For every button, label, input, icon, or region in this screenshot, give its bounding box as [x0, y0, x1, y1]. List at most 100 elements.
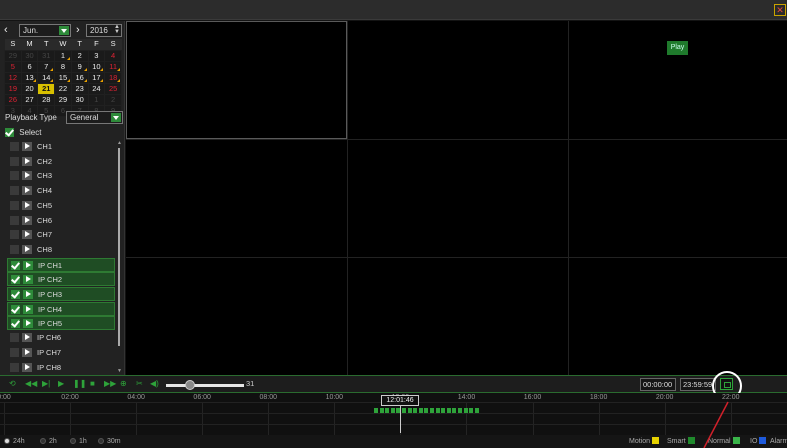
calendar-day[interactable]: 8	[54, 60, 72, 73]
prev-month-icon[interactable]: ‹	[4, 24, 8, 37]
channel-checkbox[interactable]	[10, 244, 19, 254]
channel-checkbox[interactable]	[11, 260, 20, 270]
calendar-day[interactable]: 25	[104, 82, 122, 95]
next-month-icon[interactable]: ›	[76, 24, 80, 37]
calendar-day[interactable]: 22	[54, 82, 72, 95]
calendar-day[interactable]: 2	[70, 49, 89, 62]
select-all-checkbox[interactable]	[5, 128, 14, 138]
video-grid[interactable]: Play	[126, 21, 787, 375]
channel-checkbox[interactable]	[10, 186, 19, 196]
scroll-up-icon[interactable]: ▲	[117, 140, 122, 146]
fast-forward-icon[interactable]: ▶▶	[104, 378, 116, 390]
calendar-day[interactable]: 19	[4, 82, 22, 95]
play-channel-icon[interactable]	[22, 200, 32, 210]
channel-item[interactable]: CH5	[7, 199, 115, 213]
calendar-day[interactable]: 4	[104, 49, 122, 62]
calendar-day[interactable]: 21	[37, 82, 56, 95]
calendar-day[interactable]: 20	[20, 82, 39, 95]
channel-checkbox[interactable]	[10, 362, 19, 372]
channel-item[interactable]: IP CH8	[7, 361, 115, 375]
speaker-icon[interactable]: ◀)	[150, 378, 159, 390]
calendar-day[interactable]: 2	[104, 93, 122, 106]
calendar-day[interactable]: 5	[4, 60, 22, 73]
end-time-field[interactable]: 23:59:59	[680, 378, 716, 391]
calendar-day[interactable]: 10	[87, 60, 106, 73]
channel-item[interactable]: IP CH6	[7, 331, 115, 345]
channel-checkbox[interactable]	[11, 304, 20, 314]
calendar-day[interactable]: 29	[54, 93, 72, 106]
volume-slider[interactable]	[166, 384, 244, 387]
channel-item[interactable]: CH6	[7, 214, 115, 228]
calendar-day[interactable]: 28	[37, 93, 56, 106]
spinner-arrows-icon[interactable]: ▲ ▼	[114, 24, 120, 35]
channel-checkbox[interactable]	[11, 290, 20, 299]
channel-item[interactable]: CH7	[7, 228, 115, 242]
channel-checkbox[interactable]	[11, 275, 20, 285]
play-channel-icon[interactable]	[23, 275, 33, 285]
clip-icon[interactable]: ✂	[136, 378, 143, 390]
play-icon[interactable]: ▶	[58, 378, 64, 390]
channel-item[interactable]: CH3	[7, 169, 115, 183]
volume-handle[interactable]	[185, 380, 196, 390]
channel-item[interactable]: IP CH5	[7, 316, 115, 331]
timeline[interactable]: 0:0002:0004:0006:0008:0010:0012:0014:001…	[0, 393, 787, 435]
channel-item[interactable]: IP CH7	[7, 346, 115, 360]
channel-checkbox[interactable]	[10, 142, 19, 151]
calendar-day[interactable]: 1	[87, 93, 106, 106]
calendar-day[interactable]: 9	[70, 60, 89, 73]
calendar-day[interactable]: 26	[4, 93, 22, 106]
channel-checkbox[interactable]	[10, 215, 19, 225]
timeline-cursor[interactable]	[400, 406, 401, 433]
rewind-icon[interactable]: ◀◀	[25, 378, 37, 390]
calendar-day[interactable]: 6	[20, 60, 39, 73]
channel-item[interactable]: IP CH1	[7, 257, 115, 272]
play-channel-icon[interactable]	[22, 186, 32, 196]
play-channel-icon[interactable]	[23, 319, 33, 329]
scrollbar-thumb[interactable]	[118, 148, 120, 346]
calendar-day[interactable]: 13	[20, 71, 39, 84]
calendar-day[interactable]: 18	[104, 71, 122, 84]
calendar-day[interactable]: 27	[20, 93, 39, 106]
play-channel-icon[interactable]	[22, 156, 32, 166]
channel-checkbox[interactable]	[10, 200, 19, 210]
channel-item[interactable]: IP CH2	[7, 272, 115, 287]
playback-type-select[interactable]: General	[66, 111, 123, 124]
step-back-icon[interactable]: ▶|	[42, 378, 50, 390]
zoom-radio[interactable]	[70, 438, 76, 444]
calendar-day[interactable]: 23	[70, 82, 89, 95]
calendar-day[interactable]: 1	[54, 49, 72, 62]
play-channel-icon[interactable]	[23, 290, 33, 299]
start-time-field[interactable]: 00:00:00	[640, 378, 676, 391]
calendar-day[interactable]: 14	[37, 71, 56, 84]
channel-scrollbar[interactable]: ▲ ▼	[117, 140, 122, 374]
play-channel-icon[interactable]	[23, 260, 33, 270]
scroll-down-icon[interactable]: ▼	[117, 368, 122, 374]
channel-checkbox[interactable]	[10, 171, 19, 181]
channel-item[interactable]: CH4	[7, 184, 115, 198]
play-channel-icon[interactable]	[22, 171, 32, 181]
channel-item[interactable]: IP CH4	[7, 301, 115, 316]
zoom-radio[interactable]	[40, 438, 46, 444]
calendar-day[interactable]: 29	[4, 49, 22, 62]
channel-item[interactable]: IP CH3	[7, 287, 115, 301]
stop-icon[interactable]: ■	[90, 378, 95, 390]
channel-checkbox[interactable]	[10, 230, 19, 240]
calendar-day[interactable]: 16	[70, 71, 89, 84]
play-channel-icon[interactable]	[23, 304, 33, 314]
month-select[interactable]: Jun.	[19, 24, 71, 37]
video-cell-selected[interactable]	[126, 21, 347, 139]
play-channel-icon[interactable]	[22, 215, 32, 225]
channel-checkbox[interactable]	[10, 333, 19, 343]
calendar-day[interactable]: 24	[87, 82, 106, 95]
pause-icon[interactable]: ❚❚	[73, 378, 86, 390]
play-channel-icon[interactable]	[22, 333, 32, 343]
zoom-radio[interactable]	[98, 438, 104, 444]
year-spinner[interactable]: 2016 ▲ ▼	[86, 24, 122, 37]
calendar-day[interactable]: 12	[4, 71, 22, 84]
channel-checkbox[interactable]	[11, 319, 20, 329]
channel-checkbox[interactable]	[10, 156, 19, 166]
play-channel-icon[interactable]	[22, 244, 32, 254]
calendar-day[interactable]: 30	[70, 93, 89, 106]
channel-item[interactable]: CH8	[7, 243, 115, 257]
play-channel-icon[interactable]	[22, 347, 32, 357]
